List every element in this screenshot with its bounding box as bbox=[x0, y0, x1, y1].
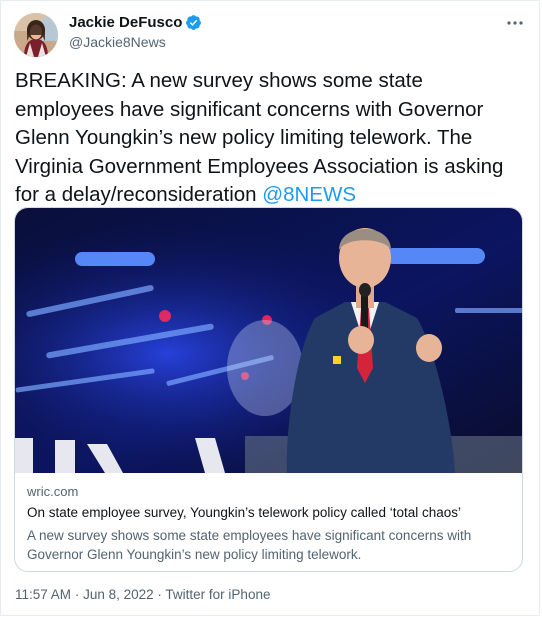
tweet-meta: 11:57 AM · Jun 8, 2022 · Twitter for iPh… bbox=[15, 587, 270, 602]
more-dots-icon bbox=[507, 21, 523, 25]
card-image bbox=[15, 208, 522, 473]
avatar[interactable] bbox=[14, 13, 58, 57]
mention-link[interactable]: @8NEWS bbox=[262, 183, 356, 206]
meta-separator: · bbox=[157, 587, 162, 602]
tweet-body: BREAKING: A new survey shows some state … bbox=[15, 69, 504, 206]
tweet-date[interactable]: Jun 8, 2022 bbox=[83, 587, 154, 602]
card-description: A new survey shows some state employees … bbox=[27, 528, 472, 562]
tweet-source[interactable]: Twitter for iPhone bbox=[165, 587, 270, 602]
tweet-time[interactable]: 11:57 AM bbox=[15, 587, 71, 602]
author-handle[interactable]: @Jackie8News bbox=[69, 34, 166, 50]
card-meta: wric.com On state employee survey, Young… bbox=[27, 484, 512, 564]
card-title: On state employee survey, Youngkin’s tel… bbox=[27, 505, 461, 520]
verified-badge-icon bbox=[186, 15, 202, 30]
avatar-photo bbox=[14, 13, 58, 57]
meta-separator: · bbox=[74, 587, 80, 602]
more-options-button[interactable] bbox=[501, 13, 529, 33]
card-domain: wric.com bbox=[27, 484, 79, 499]
tweet: Jackie DeFusco @Jackie8News BREAKING: A … bbox=[0, 0, 540, 616]
author-name-row: Jackie DeFusco bbox=[69, 14, 202, 31]
author-display-name[interactable]: Jackie DeFusco bbox=[69, 14, 182, 31]
tweet-text: BREAKING: A new survey shows some state … bbox=[15, 67, 525, 210]
link-card[interactable]: wric.com On state employee survey, Young… bbox=[14, 207, 523, 572]
